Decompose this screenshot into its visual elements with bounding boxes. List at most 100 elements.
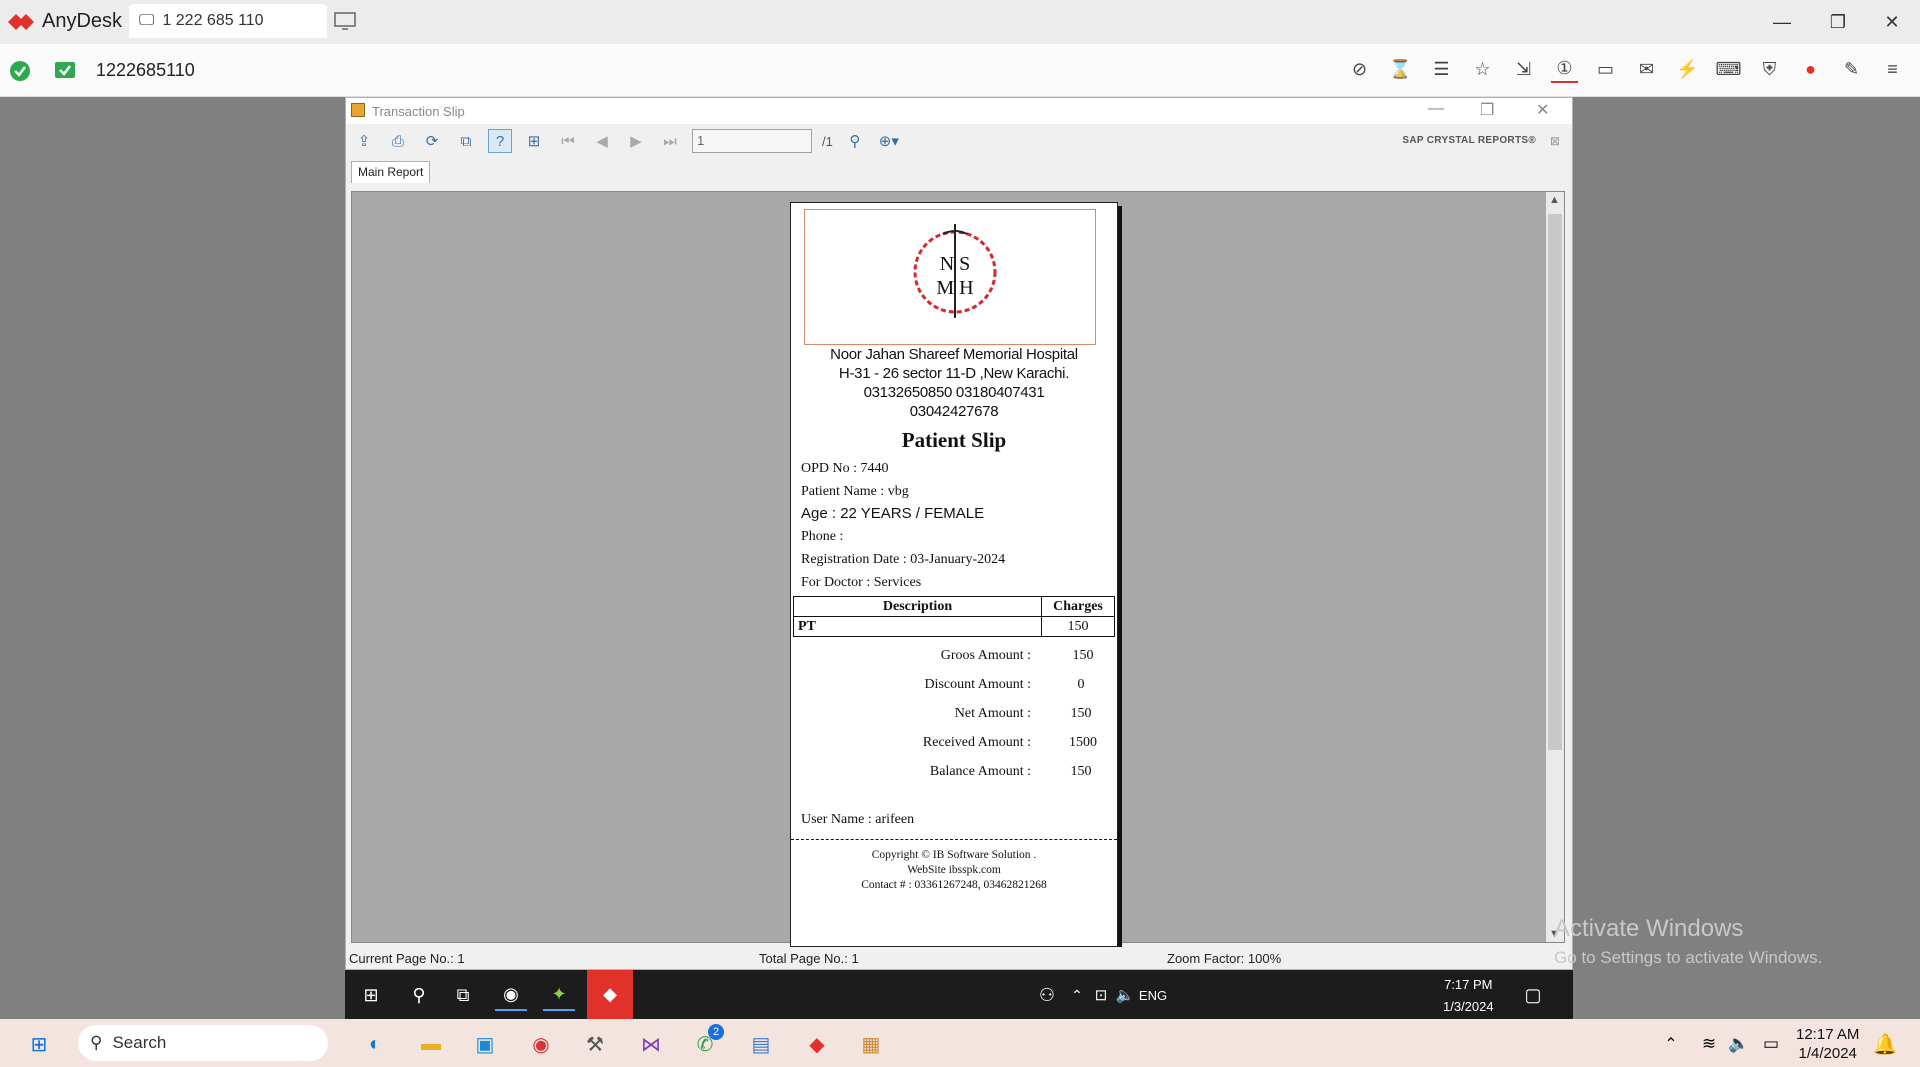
anydesk-titlebar: AnyDesk 🖵 1 222 685 110 — ❐ ✕ — [0, 0, 1920, 44]
close-tab-icon[interactable]: ⊠ — [1550, 134, 1560, 148]
keyboard-icon[interactable]: ⌨ — [1715, 56, 1742, 83]
remote-date: 1/3/2024 — [1443, 999, 1494, 1014]
status-current-page: Current Page No.: 1 — [349, 951, 465, 966]
remote-clock[interactable]: 7:17 PM 1/3/2024 — [1443, 974, 1494, 1018]
hourglass-icon[interactable]: ⌛ — [1387, 56, 1414, 83]
office-icon[interactable]: ▦ — [854, 1027, 888, 1061]
monitor-select-icon[interactable]: ① — [1551, 56, 1578, 83]
favorite-icon[interactable]: ☆ — [1469, 56, 1496, 83]
tray-chevron-icon[interactable]: ⌃ — [1654, 1027, 1688, 1061]
file-explorer-icon[interactable]: ▬ — [414, 1027, 448, 1061]
tool-icon[interactable]: ⚒ — [578, 1027, 612, 1061]
net-amount-label: Net Amount : — [954, 706, 1031, 721]
received-amount-value: 1500 — [1069, 735, 1097, 750]
file-transfer-icon[interactable]: ⇲ — [1510, 56, 1537, 83]
footer-divider — [791, 839, 1117, 840]
windows-start-icon[interactable]: ⊞ — [355, 979, 387, 1011]
remote-taskbar: ⊞ ⚲ ⧉ ◉ ✦ ◆ ⚇ ⌃ ⊡ 🔈 ENG 7:17 PM 1/3/2024… — [345, 970, 1573, 1019]
anydesk-taskbar-icon[interactable]: ◆ — [587, 970, 633, 1019]
desktop-icon[interactable]: ▣ — [468, 1027, 502, 1061]
footer-copyright: Copyright © IB Software Solution . — [871, 849, 1037, 861]
shield-icon[interactable]: ⛨ — [1756, 56, 1783, 83]
search-placeholder: Search — [112, 1033, 167, 1052]
refresh-icon[interactable]: ⟳ — [420, 129, 444, 153]
scroll-thumb[interactable] — [1548, 214, 1562, 750]
actions-icon[interactable]: ⚡ — [1674, 56, 1701, 83]
hospital-address: H-31 - 26 sector 11-D ,New Karachi. — [838, 365, 1070, 382]
table-header-charges: Charges — [1041, 596, 1115, 617]
taskbar-search-box[interactable]: ⚲ Search — [78, 1025, 328, 1061]
session-tab[interactable]: 🖵 1 222 685 110 — [129, 4, 327, 38]
table-row: PT 150 — [793, 616, 1115, 637]
balance-amount-label: Balance Amount : — [929, 764, 1031, 779]
sap-brand: SAP CRYSTAL REPORTS® — [1402, 135, 1536, 146]
remote-time: 7:17 PM — [1444, 977, 1493, 992]
zoom-icon[interactable]: ⊕▾ — [877, 129, 901, 153]
row-description: PT — [793, 616, 1042, 637]
new-session-icon[interactable] — [334, 12, 356, 30]
row-charges: 150 — [1041, 616, 1115, 637]
chrome-icon[interactable]: ◉ — [495, 979, 527, 1011]
notification-icon[interactable]: ▢ — [1517, 979, 1549, 1011]
volume-icon[interactable]: 🔈 — [1722, 1027, 1756, 1061]
local-clock[interactable]: 12:17 AM 1/4/2024 — [1796, 1025, 1859, 1063]
record-icon[interactable]: ● — [1797, 56, 1824, 83]
status-bar: Current Page No.: 1 Total Page No.: 1 Zo… — [346, 947, 1572, 969]
find-icon[interactable]: ⚲ — [843, 129, 867, 153]
copy-icon[interactable]: ⧉ — [454, 129, 478, 153]
print-icon[interactable]: ⎙ — [386, 129, 410, 153]
last-page-icon[interactable]: ⏭ — [658, 129, 682, 153]
display-icon[interactable]: ▭ — [1592, 56, 1619, 83]
people-icon[interactable]: ⚇ — [1031, 979, 1063, 1011]
windows-start-icon[interactable]: ⊞ — [22, 1027, 56, 1061]
charges-table: Description Charges PT 150 — [793, 596, 1115, 637]
anydesk-toolbar: 1222685110 ⊘ ⌛ ☰ ☆ ⇲ ① ▭ ✉ ⚡ ⌨ ⛨ ● ✎ ≡ — [0, 44, 1920, 97]
prev-page-icon[interactable]: ◀ — [590, 129, 614, 153]
remote-desktop-icon[interactable]: ▤ — [744, 1027, 778, 1061]
chrome-icon[interactable]: ◉ — [524, 1027, 558, 1061]
help-icon[interactable]: ? — [488, 129, 512, 153]
close-button[interactable]: ✕ — [1872, 8, 1912, 36]
battery-icon[interactable]: ▭ — [1754, 1027, 1788, 1061]
database-icon[interactable]: ☰ — [1428, 56, 1455, 83]
connected-check-icon — [10, 61, 30, 81]
wifi-icon[interactable]: ≋ — [1692, 1027, 1726, 1061]
crystal-close-button[interactable]: ✕ — [1536, 100, 1549, 120]
activate-windows-subtitle: Go to Settings to activate Windows. — [1554, 948, 1823, 967]
export-icon[interactable]: ⇪ — [352, 129, 376, 153]
discount-amount-value: 0 — [1077, 677, 1085, 692]
report-page: N S M H Noor Jahan Shareef Memorial Hosp… — [790, 202, 1118, 947]
hospital-logo: N S M H — [804, 209, 1096, 345]
next-page-icon[interactable]: ▶ — [624, 129, 648, 153]
scroll-up-icon[interactable]: ▲ — [1549, 194, 1560, 206]
app-icon[interactable]: ✦ — [543, 979, 575, 1011]
crystal-restore-button[interactable]: ❐ — [1480, 100, 1494, 120]
task-view-icon[interactable]: ⧉ — [447, 979, 479, 1011]
language-indicator[interactable]: ENG — [1137, 979, 1169, 1011]
restore-button[interactable]: ❐ — [1818, 8, 1858, 36]
page-number-input[interactable]: 1 — [692, 129, 812, 153]
local-time: 12:17 AM — [1796, 1026, 1860, 1043]
anydesk-logo: AnyDesk — [8, 10, 122, 33]
crystal-toolbar: ⇪ ⎙ ⟳ ⧉ ? ⊞ ⏮ ◀ ▶ ⏭ 1 /1 ⚲ ⊕▾ SAP CRYSTA… — [346, 124, 1572, 158]
edge-icon[interactable]: ◐ — [358, 1027, 392, 1061]
anydesk-taskbar-icon[interactable]: ◆ — [800, 1027, 834, 1061]
vertical-scrollbar[interactable]: ▲ ▼ — [1546, 192, 1564, 942]
notification-bell-icon[interactable]: 🔔 — [1868, 1027, 1902, 1061]
group-tree-icon[interactable]: ⊞ — [522, 129, 546, 153]
crystal-minimize-button[interactable]: — — [1428, 100, 1444, 118]
search-icon: ⚲ — [90, 1033, 103, 1052]
logo-text-top: N S — [940, 253, 971, 275]
pen-icon[interactable]: ✎ — [1838, 56, 1865, 83]
visual-studio-icon[interactable]: ⋈ — [634, 1027, 668, 1061]
chat-icon[interactable]: ✉ — [1633, 56, 1660, 83]
privacy-icon[interactable]: ⊘ — [1346, 56, 1373, 83]
tab-main-report[interactable]: Main Report — [351, 161, 431, 183]
menu-icon[interactable]: ≡ — [1879, 56, 1906, 83]
minimize-button[interactable]: — — [1762, 8, 1802, 36]
hospital-phones: 03132650850 03180407431 — [863, 384, 1045, 401]
patient-age: Age : 22 YEARS / FEMALE — [801, 505, 985, 522]
logo-text-bottom: M H — [936, 277, 973, 299]
search-icon[interactable]: ⚲ — [403, 979, 435, 1011]
first-page-icon[interactable]: ⏮ — [556, 129, 580, 153]
